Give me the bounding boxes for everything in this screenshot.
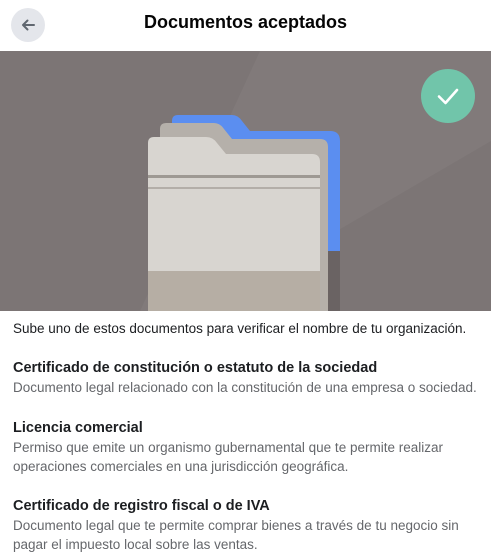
intro-section: Sube uno de estos documentos para verifi… <box>13 319 483 339</box>
intro-text: Sube uno de estos documentos para verifi… <box>13 321 467 336</box>
document-item: Certificado de constitución o estatuto d… <box>13 358 483 397</box>
document-item: Certificado de registro fiscal o de IVA … <box>13 496 483 554</box>
document-description: Documento legal que te permite comprar b… <box>13 518 459 552</box>
document-item: Licencia comercial Permiso que emite un … <box>13 418 483 476</box>
document-title: Certificado de constitución o estatuto d… <box>13 360 378 376</box>
document-title: Licencia comercial <box>13 420 143 436</box>
hero-illustration <box>0 51 491 311</box>
folder-illustration <box>140 51 491 311</box>
verified-badge <box>421 69 475 123</box>
document-title: Certificado de registro fiscal o de IVA <box>13 498 270 514</box>
page-title: Documentos aceptados <box>143 12 348 32</box>
document-description: Documento legal relacionado con la const… <box>13 380 477 395</box>
header-bar: Documentos aceptados <box>0 0 491 50</box>
checkmark-icon <box>437 88 459 105</box>
document-description: Permiso que emite un organismo gubername… <box>13 440 443 474</box>
